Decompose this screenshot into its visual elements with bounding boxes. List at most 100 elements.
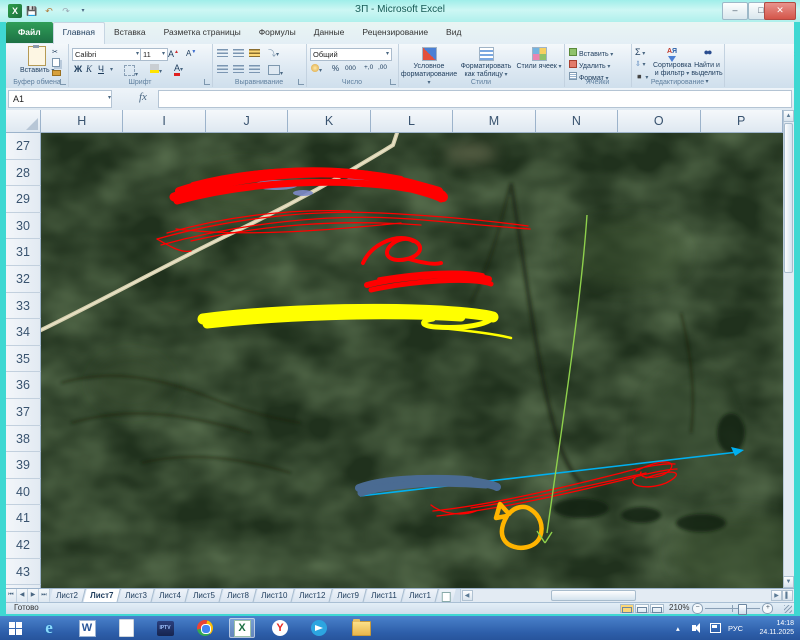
last-sheet-icon[interactable]: ⏭ (39, 589, 50, 603)
sheet-tab[interactable]: Лист1 (402, 589, 438, 603)
formula-input[interactable] (158, 90, 792, 108)
horizontal-scrollbar[interactable]: ◀ ▶ ▌ (460, 589, 794, 603)
italic-button[interactable]: К (86, 64, 92, 74)
sheet-tab[interactable]: Лист12 (292, 589, 333, 603)
accounting-format-icon[interactable]: ▾ (311, 64, 322, 74)
taskbar-word-icon[interactable]: W (74, 618, 100, 638)
row-header[interactable]: 28 (6, 160, 41, 187)
fill-icon[interactable]: ⇩ ▾ (635, 60, 646, 68)
fill-color-icon[interactable]: ▾ (150, 64, 162, 75)
sheet-tab[interactable]: Лист3 (118, 589, 154, 603)
taskbar-iptv-icon[interactable]: IPTV (152, 618, 178, 638)
sheet-tab[interactable]: Лист11 (364, 589, 404, 603)
zoom-in-icon[interactable]: + (762, 603, 773, 614)
prev-sheet-icon[interactable]: ◀ (17, 589, 28, 603)
taskbar-yandex-icon[interactable]: Y (267, 618, 293, 638)
page-break-view-icon[interactable] (650, 604, 664, 613)
column-header[interactable]: O (618, 110, 700, 133)
taskbar-excel-icon[interactable]: X (229, 618, 255, 638)
column-header[interactable]: K (288, 110, 370, 133)
align-middle-icon[interactable] (233, 49, 244, 59)
align-right-icon[interactable] (249, 65, 260, 75)
underline-arrow[interactable]: ▾ (110, 66, 113, 73)
ribbon-tab[interactable]: Файл (6, 22, 53, 43)
ribbon-tab[interactable]: Данные (305, 22, 354, 43)
font-color-icon[interactable]: А▾ (174, 63, 183, 73)
clipboard-dialog-launcher[interactable] (60, 79, 66, 85)
map-picture-area[interactable] (41, 133, 783, 588)
row-header[interactable]: 31 (6, 239, 41, 266)
number-dialog-launcher[interactable] (390, 79, 396, 85)
row-header[interactable]: 41 (6, 505, 41, 532)
taskbar-telegram-icon[interactable] (306, 618, 332, 638)
number-format-select[interactable]: Общий▾ (310, 48, 392, 61)
row-header[interactable]: 34 (6, 319, 41, 346)
ribbon-tab[interactable]: Главная (53, 22, 105, 45)
scroll-left-icon[interactable]: ◀ (462, 590, 473, 601)
align-bottom-icon[interactable] (249, 49, 260, 59)
sheet-tab[interactable]: Лист8 (220, 589, 256, 603)
clock[interactable]: 14:18 24.11.2025 (759, 616, 794, 640)
comma-style-button[interactable]: 000 (345, 65, 356, 72)
taskbar-ie-icon[interactable]: e (36, 618, 62, 638)
taskbar-explorer-icon[interactable] (348, 618, 374, 638)
increase-decimal-button[interactable]: +,0 (364, 64, 373, 71)
taskbar-notepad-icon[interactable] (113, 618, 139, 638)
row-header[interactable]: 32 (6, 266, 41, 293)
tab-split-handle[interactable]: ▌ (782, 590, 793, 601)
name-box[interactable]: A1 (8, 90, 112, 108)
volume-icon[interactable]: ) (692, 616, 700, 640)
row-header[interactable]: 40 (6, 479, 41, 506)
column-header[interactable]: L (371, 110, 453, 133)
network-icon[interactable] (710, 616, 721, 640)
sheet-tab[interactable]: Лист9 (330, 589, 366, 603)
ribbon-tab[interactable]: Рецензирование (353, 22, 437, 43)
first-sheet-icon[interactable]: ⏮ (6, 589, 17, 603)
sheet-tab[interactable]: Лист7 (83, 589, 121, 603)
column-header[interactable]: J (206, 110, 288, 133)
orientation-icon[interactable]: ⤵▾ (268, 48, 279, 59)
ribbon-tab[interactable]: Разметка страницы (155, 22, 250, 43)
paste-button[interactable]: Вставить ▾ (20, 46, 54, 74)
ribbon-tab[interactable]: Вид (437, 22, 470, 43)
resize-grip[interactable] (784, 605, 792, 613)
language-indicator[interactable]: РУС (728, 616, 743, 640)
format-as-table-button[interactable]: Форматировать как таблицу ▾ (458, 47, 514, 79)
minimize-button[interactable]: – (722, 2, 748, 20)
ribbon-tab[interactable]: Формулы (250, 22, 305, 43)
sheet-tab[interactable]: Лист10 (254, 589, 295, 603)
font-family-select[interactable]: Calibri▾ (72, 48, 142, 61)
row-header[interactable]: 30 (6, 213, 41, 240)
row-header[interactable]: 29 (6, 186, 41, 213)
font-size-select[interactable]: 11▾ (140, 48, 168, 61)
start-button[interactable] (2, 618, 28, 638)
column-header[interactable]: H (41, 110, 123, 133)
merge-center-icon[interactable]: ▾ (268, 65, 283, 77)
sheet-tab[interactable]: Лист5 (186, 589, 222, 603)
page-layout-view-icon[interactable] (635, 604, 649, 613)
delete-cells-button[interactable]: Удалить ▾ (569, 60, 610, 70)
zoom-slider-thumb[interactable] (738, 604, 747, 615)
scroll-up-icon[interactable]: ▲ (783, 110, 794, 122)
ribbon-tab[interactable]: Вставка (105, 22, 155, 43)
alignment-dialog-launcher[interactable] (298, 79, 304, 85)
close-button[interactable]: ✕ (764, 2, 796, 20)
taskbar-chrome-icon[interactable] (192, 618, 218, 638)
scroll-right-icon[interactable]: ▶ (771, 590, 782, 601)
borders-icon[interactable]: ▾ (124, 65, 138, 78)
align-center-icon[interactable] (233, 65, 244, 75)
zoom-level[interactable]: 210% (669, 603, 689, 612)
column-header[interactable]: M (453, 110, 535, 133)
cut-icon[interactable]: ✂ (52, 48, 58, 56)
sort-filter-button[interactable]: АЯ Сортировка и фильтр ▾ (653, 48, 691, 78)
insert-function-icon[interactable]: fx (139, 91, 147, 103)
select-all-corner[interactable] (6, 110, 41, 133)
format-painter-icon[interactable] (52, 70, 61, 78)
align-top-icon[interactable] (217, 49, 228, 59)
row-header[interactable]: 39 (6, 452, 41, 479)
column-header[interactable]: N (536, 110, 618, 133)
percent-style-button[interactable]: % (332, 64, 339, 73)
row-header[interactable]: 43 (6, 559, 41, 586)
zoom-out-icon[interactable]: − (692, 603, 703, 614)
row-header[interactable]: 42 (6, 532, 41, 559)
